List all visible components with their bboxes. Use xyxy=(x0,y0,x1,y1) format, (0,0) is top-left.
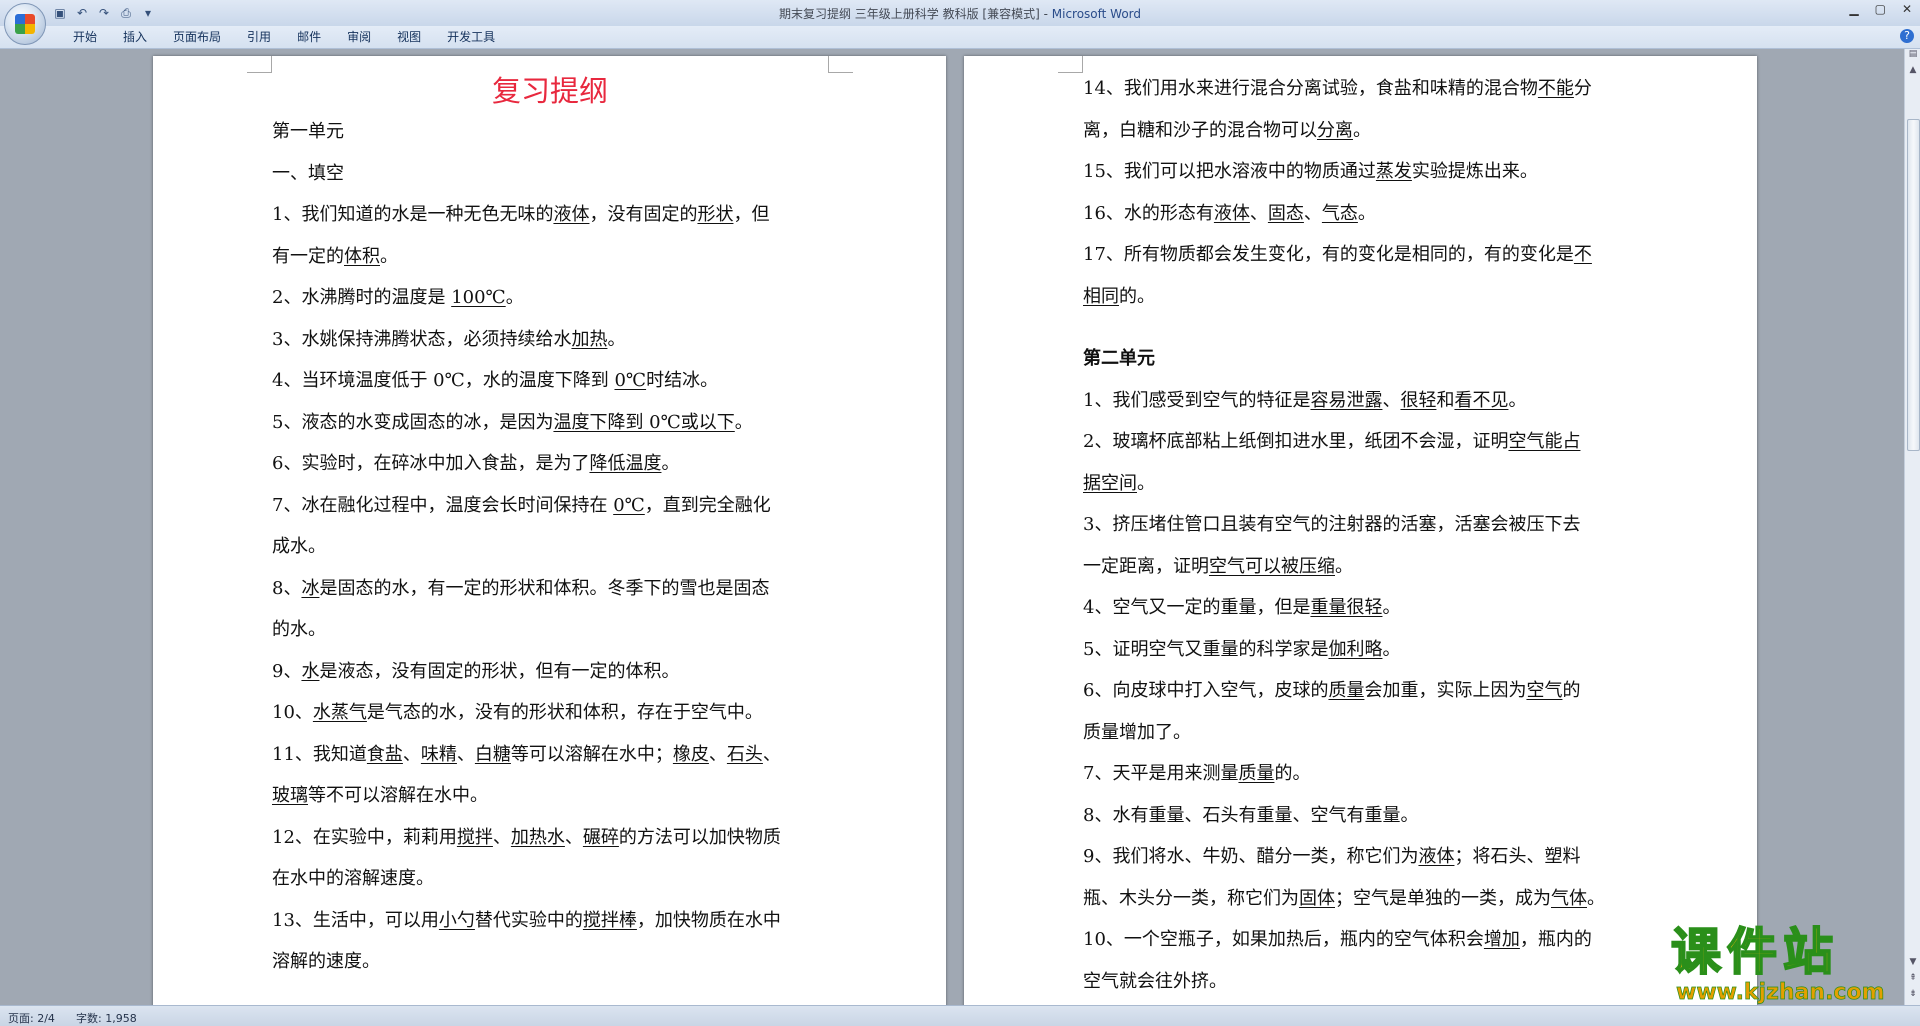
document-line: 1、我们知道的水是一种无色无味的液体，没有固定的形状，但 xyxy=(272,204,770,225)
document-line: 3、水姚保持沸腾状态，必须持续给水加热。 xyxy=(272,328,626,350)
document-line: 有一定的体积。 xyxy=(272,245,398,267)
document-line: 的水。 xyxy=(272,619,326,640)
ribbon-tab[interactable]: 页面布局 xyxy=(160,29,234,45)
help-icon[interactable]: ? xyxy=(1900,29,1914,43)
document-workspace[interactable]: 复习提纲 第一单元一、填空 1、我们知道的水是一种无色无味的液体，没有固定的形状，… xyxy=(0,49,1904,1005)
document-line: 10、一个空瓶子，如果加热后，瓶内的空气体积会增加，瓶内的 xyxy=(1083,929,1592,950)
document-line: 2、水沸腾时的温度是 100℃。 xyxy=(272,287,524,308)
ribbon-tab[interactable]: 邮件 xyxy=(284,29,334,45)
window-title: 期末复习提纲 三年级上册科学 教科版 [兼容模式] - Microsoft Wo… xyxy=(0,5,1920,22)
document-line: 2、玻璃杯底部粘上纸倒扣进水里，纸团不会湿，证明空气能占 xyxy=(1083,431,1581,452)
ribbon-tabs-bar: 开始 插入 页面布局 引用 邮件 审阅 视图 开发工具 ? xyxy=(0,26,1920,49)
document-line: 1、我们感受到空气的特征是容易泄露、很轻和看不见。 xyxy=(1083,389,1527,411)
document-line: 7、天平是用来测量质量的。 xyxy=(1083,763,1311,784)
document-line: 16、水的形态有液体、固态、气态。 xyxy=(1083,202,1376,224)
unit-heading: 第二单元 xyxy=(1083,348,1155,369)
document-line: 相同的。 xyxy=(1083,285,1155,307)
document-line: 据空间。 xyxy=(1083,472,1155,494)
margin-corner-mark xyxy=(247,56,272,73)
ruler-toggle-icon[interactable]: ▤ xyxy=(1905,49,1920,63)
office-logo-icon xyxy=(15,14,35,34)
document-line: 9、我们将水、牛奶、醋分一类，称它们为液体；将石头、塑料 xyxy=(1083,846,1581,867)
window-controls: ▁ ▢ ✕ xyxy=(1849,2,1912,16)
document-line: 第一单元 xyxy=(272,121,344,142)
status-bar: 页面: 2/4 字数: 1,958 xyxy=(0,1005,1920,1026)
word-count[interactable]: 字数: 1,958 xyxy=(76,1010,137,1026)
page-content-left: 复习提纲 第一单元一、填空 1、我们知道的水是一种无色无味的液体，没有固定的形状，… xyxy=(272,68,828,983)
margin-corner-mark xyxy=(828,56,853,73)
document-line: 3、挤压堵住管口且装有空气的注射器的活塞，活塞会被压下去 xyxy=(1083,514,1581,535)
vertical-scrollbar[interactable]: ▤ ▲ ▼ ⇞ ⇟ xyxy=(1904,49,1920,1005)
maximize-icon[interactable]: ▢ xyxy=(1875,2,1886,16)
watermark-text: 课件站 xyxy=(1670,923,1839,981)
ribbon-tab[interactable]: 开始 xyxy=(60,29,110,45)
minimize-icon[interactable]: ▁ xyxy=(1849,2,1858,16)
document-line: 4、空气又一定的重量，但是重量很轻。 xyxy=(1083,597,1401,618)
document-line: 7、冰在融化过程中，温度会长时间保持在 0℃，直到完全融化 xyxy=(272,494,771,516)
document-line: 11、我知道食盐、味精、白糖等可以溶解在水中；橡皮、石头、 xyxy=(272,743,781,765)
app-name: Microsoft Word xyxy=(1051,7,1142,21)
document-line: 12、在实验中，莉莉用搅拌、加热水、碾碎的方法可以加快物质 xyxy=(272,826,781,848)
document-line: 10、水蒸气是气态的水，没有的形状和体积，存在于空气中。 xyxy=(272,702,763,723)
scrollbar-thumb[interactable] xyxy=(1907,119,1920,451)
document-name: 期末复习提纲 三年级上册科学 教科版 [兼容模式] xyxy=(778,7,1040,21)
margin-corner-mark xyxy=(1058,56,1083,73)
ribbon-tab[interactable]: 视图 xyxy=(384,29,434,45)
document-line: 瓶、木头分一类，称它们为固体；空气是单独的一类，成为气体。 xyxy=(1083,887,1605,909)
document-line: 14、我们用水来进行混合分离试验，食盐和味精的混合物不能分 xyxy=(1083,78,1592,99)
document-line: 8、水有重量、石头有重量、空气有重量。 xyxy=(1083,804,1419,826)
document-line: 13、生活中，可以用小勺替代实验中的搅拌棒，加快物质在水中 xyxy=(272,909,781,931)
page-content-right: 14、我们用水来进行混合分离试验，食盐和味精的混合物不能分 离，白糖和沙子的混合物… xyxy=(1083,68,1643,1002)
doc-title: 复习提纲 xyxy=(491,74,608,108)
ribbon-tabs: 开始 插入 页面布局 引用 邮件 审阅 视图 开发工具 xyxy=(60,29,508,45)
document-line: 一定距离，证明空气可以被压缩。 xyxy=(1083,555,1353,577)
ribbon-tab[interactable]: 引用 xyxy=(234,29,284,45)
document-line: 空气就会往外挤。 xyxy=(1083,970,1227,992)
ribbon-tab[interactable]: 审阅 xyxy=(334,29,384,45)
document-line: 5、液态的水变成固态的冰，是因为温度下降到 0℃或以下。 xyxy=(272,411,753,433)
document-line: 9、水是液态，没有固定的形状，但有一定的体积。 xyxy=(272,660,680,682)
page-indicator[interactable]: 页面: 2/4 xyxy=(8,1010,55,1026)
document-line: 溶解的速度。 xyxy=(272,951,380,972)
ribbon-tab[interactable]: 插入 xyxy=(110,29,160,45)
title-separator: - xyxy=(1039,7,1052,21)
title-bar: ▣ ↶ ↷ ⎙ ▾ 期末复习提纲 三年级上册科学 教科版 [兼容模式] - Mi… xyxy=(0,0,1920,45)
left-lines: 第一单元一、填空 1、我们知道的水是一种无色无味的液体，没有固定的形状，但 有一定的… xyxy=(272,111,828,983)
close-icon[interactable]: ✕ xyxy=(1902,2,1912,16)
right-lines: 14、我们用水来进行混合分离试验，食盐和味精的混合物不能分 离，白糖和沙子的混合物… xyxy=(1083,68,1643,1002)
document-line: 15、我们可以把水溶液中的物质通过蒸发实验提炼出来。 xyxy=(1083,161,1538,182)
document-line: 5、证明空气又重量的科学家是伽利略。 xyxy=(1083,638,1401,660)
document-line: 8、冰是固态的水，有一定的形状和体积。冬季下的雪也是固态 xyxy=(272,577,770,599)
document-line: 质量增加了。 xyxy=(1083,721,1191,743)
watermark: 课件站 www.kjzhan.com xyxy=(1668,923,1904,1006)
document-line: 在水中的溶解速度。 xyxy=(272,868,434,889)
document-line: 一、填空 xyxy=(272,162,344,184)
document-line: 17、所有物质都会发生变化，有的变化是相同的，有的变化是不 xyxy=(1083,244,1592,265)
scroll-up-icon[interactable]: ▲ xyxy=(1905,65,1920,79)
next-page-icon[interactable]: ⇟ xyxy=(1905,989,1920,1003)
document-line: 玻璃等不可以溶解在水中。 xyxy=(272,785,488,806)
document-page-right: 14、我们用水来进行混合分离试验，食盐和味精的混合物不能分 离，白糖和沙子的混合物… xyxy=(964,56,1757,1005)
document-page-left: 复习提纲 第一单元一、填空 1、我们知道的水是一种无色无味的液体，没有固定的形状，… xyxy=(153,56,946,1005)
office-button[interactable] xyxy=(4,3,46,45)
ribbon-tab[interactable]: 开发工具 xyxy=(434,29,508,45)
watermark-url: www.kjzhan.com xyxy=(1676,980,1885,1006)
document-line: 6、向皮球中打入空气，皮球的质量会加重，实际上因为空气的 xyxy=(1083,680,1581,701)
document-line: 6、实验时，在碎冰中加入食盐，是为了降低温度。 xyxy=(272,453,680,474)
document-line: 4、当环境温度低于 0℃，水的温度下降到 0℃时结冰。 xyxy=(272,370,719,391)
document-line: 成水。 xyxy=(272,536,326,557)
document-line: 离，白糖和沙子的混合物可以分离。 xyxy=(1083,119,1371,141)
scroll-down-icon[interactable]: ▼ xyxy=(1905,957,1920,971)
previous-page-icon[interactable]: ⇞ xyxy=(1905,973,1920,987)
